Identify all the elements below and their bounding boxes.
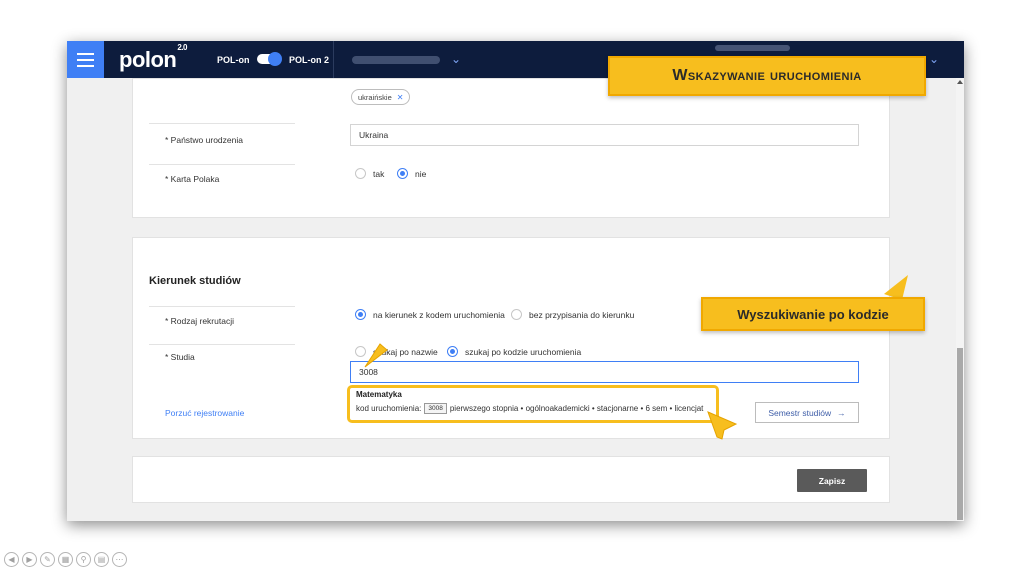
user-menu-chevron-icon[interactable]: ⌄ (929, 52, 939, 66)
birth-country-field[interactable]: Ukraina (350, 124, 859, 146)
polon-logo[interactable]: polon2.0 (119, 43, 187, 73)
user-name-redacted[interactable] (715, 45, 790, 51)
pen-icon[interactable]: ✎ (40, 552, 55, 567)
result-code-badge: 3008 (424, 403, 447, 414)
next-icon[interactable]: ▶ (22, 552, 37, 567)
toggle-label-pol-on-2: POL-on 2 (289, 55, 329, 65)
row-divider (149, 344, 295, 345)
scroll-up-icon[interactable] (957, 80, 963, 84)
player-controls: ◀ ▶ ✎ ▦ ⚲ ▤ ⋯ (4, 552, 127, 567)
prev-icon[interactable]: ◀ (4, 552, 19, 567)
semester-button[interactable]: Semestr studiów → (755, 402, 859, 423)
callout-search-by-code: Wyszukiwanie po kodzie (701, 297, 925, 331)
scroll-thumb[interactable] (957, 348, 963, 520)
citizenship-chip[interactable]: ukraińskie ✕ (351, 89, 411, 105)
radio-tak[interactable] (355, 168, 366, 179)
save-card: Zapisz (132, 456, 890, 503)
radio-search-by-code-label: szukaj po kodzie uruchomienia (465, 347, 582, 357)
radio-tak-label: tak (373, 169, 385, 179)
row-divider (149, 164, 295, 165)
personal-data-card: ukraińskie ✕ * Państwo urodzenia Ukraina … (132, 78, 890, 218)
cancel-registration-link[interactable]: Porzuć rejestrowanie (165, 408, 244, 418)
scrollbar[interactable] (956, 78, 964, 521)
topbar-divider (333, 41, 334, 78)
hamburger-menu-icon[interactable] (67, 41, 104, 78)
callout-title: Wskazywanie uruchomienia (608, 56, 926, 96)
radio-search-by-name[interactable] (355, 346, 366, 357)
app-window: polon2.0 POL-on POL-on 2 ⌄ ⌄ ukraińskie ✕… (67, 41, 964, 521)
institution-name-redacted[interactable] (352, 56, 440, 64)
radio-nie-label: nie (415, 169, 427, 179)
section-title: Kierunek studiów (149, 275, 241, 287)
toggle-label-pol-on: POL-on (217, 55, 250, 65)
radio-with-code[interactable] (355, 309, 366, 320)
arrow-right-icon: → (837, 407, 846, 418)
radio-nie[interactable] (397, 168, 408, 179)
radio-with-code-label: na kierunek z kodem uruchomienia (373, 310, 505, 320)
result-details-line: kod uruchomienia: 3008 pierwszego stopni… (356, 403, 704, 414)
radio-without-assignment-label: bez przypisania do kierunku (529, 310, 635, 320)
zoom-icon[interactable]: ⚲ (76, 552, 91, 567)
studies-label: * Studia (165, 352, 195, 362)
more-icon[interactable]: ⋯ (112, 552, 127, 567)
birth-country-label: * Państwo urodzenia (165, 135, 243, 145)
chevron-down-icon[interactable]: ⌄ (451, 52, 461, 66)
pole-card-label: * Karta Polaka (165, 174, 220, 184)
radio-search-by-name-label: szukaj po nazwie (373, 347, 438, 357)
recruitment-type-label: * Rodzaj rekrutacji (165, 316, 234, 326)
radio-without-assignment[interactable] (511, 309, 522, 320)
remove-chip-icon[interactable]: ✕ (397, 93, 404, 102)
subtitles-icon[interactable]: ▤ (94, 552, 109, 567)
row-divider (149, 306, 295, 307)
grid-icon[interactable]: ▦ (58, 552, 73, 567)
radio-search-by-code[interactable] (447, 346, 458, 357)
save-button[interactable]: Zapisz (797, 469, 867, 492)
result-title: Matematyka (356, 390, 402, 399)
studies-search-input[interactable]: 3008 (350, 361, 859, 383)
version-toggle[interactable] (257, 52, 282, 66)
row-divider (149, 123, 295, 124)
